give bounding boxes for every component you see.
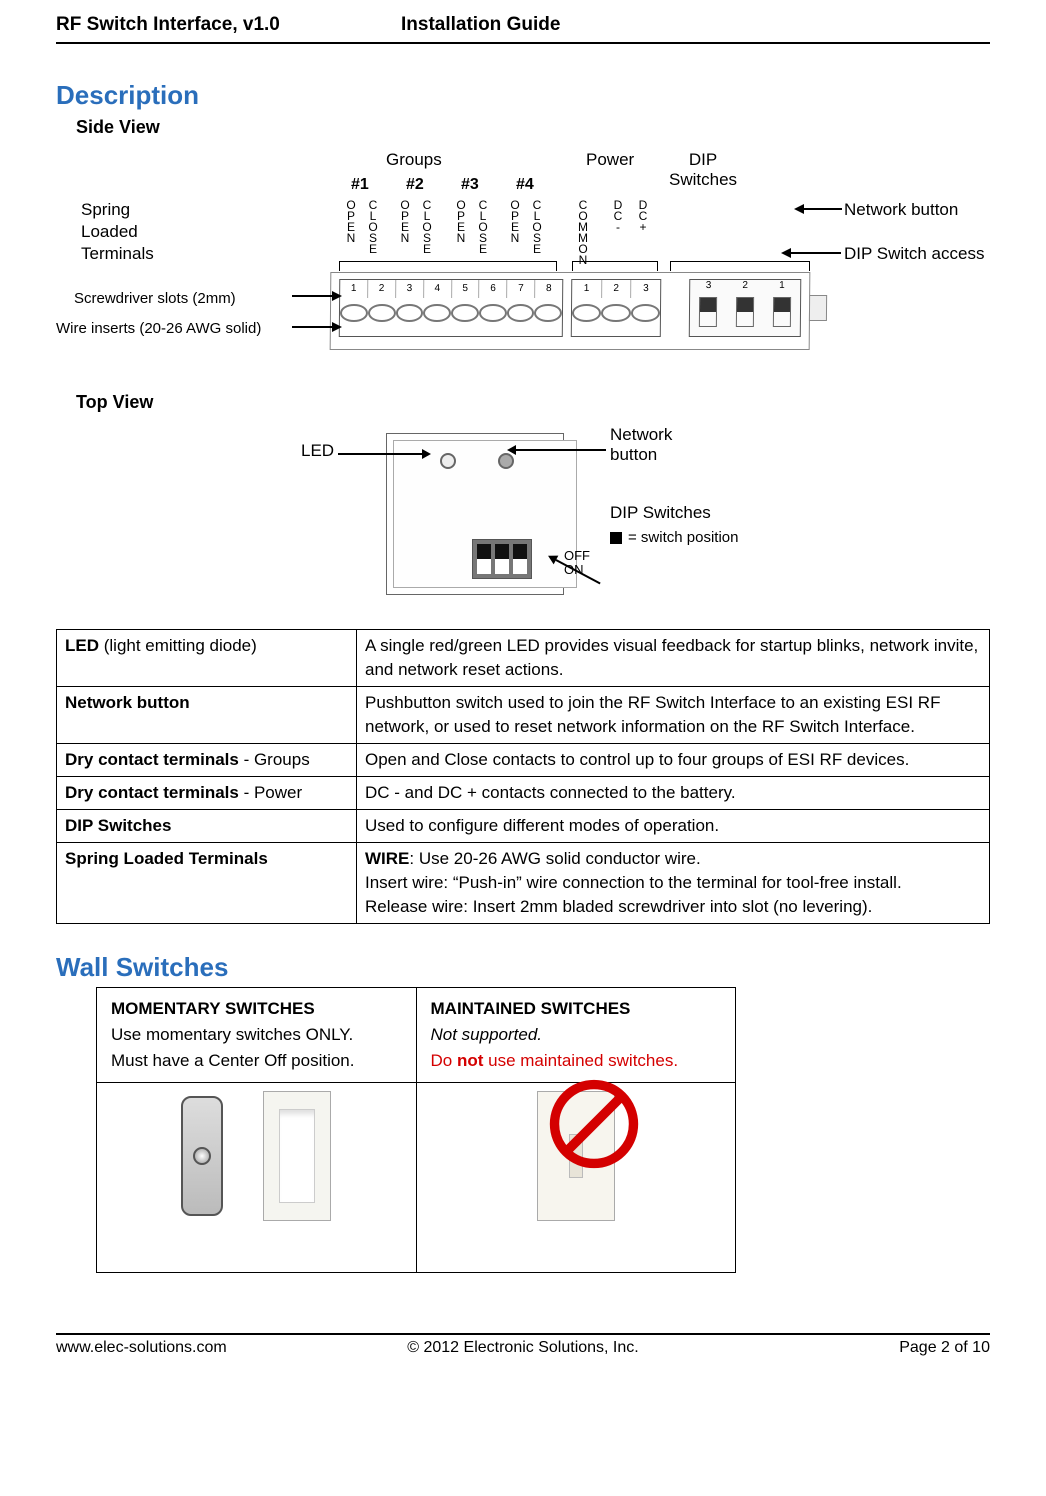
label-led: LED — [301, 441, 334, 461]
label-spring-loaded: Spring Loaded Terminals — [81, 199, 154, 265]
table-row: Dry contact terminals - PowerDC - and DC… — [57, 777, 990, 810]
momentary-images — [97, 1083, 417, 1273]
device-enclosure: 12345678 123 321 — [330, 272, 811, 350]
square-icon — [610, 532, 622, 544]
network-button-icon — [498, 453, 514, 469]
header-title: Installation Guide — [401, 14, 560, 36]
section-wall-switches: Wall Switches — [56, 952, 990, 983]
arrow-icon — [516, 449, 606, 451]
diagram-top-view: LED Network button DIP Switches = switch… — [56, 419, 990, 619]
footer-page: Page 2 of 10 — [679, 1339, 990, 1357]
arrow-icon — [292, 295, 332, 297]
momentary-line2: Must have a Center Off position. — [111, 1048, 402, 1074]
dip-switch-block: 321 — [689, 279, 802, 337]
bracket-power — [572, 261, 658, 271]
table-row: Spring Loaded TerminalsWIRE: Use 20-26 A… — [57, 843, 990, 924]
table-row: Dry contact terminals - GroupsOpen and C… — [57, 744, 990, 777]
label-power: Power — [586, 150, 634, 170]
maintained-warning: Do not use maintained switches. — [431, 1048, 722, 1074]
heading-side-view: Side View — [76, 117, 990, 138]
label-dip-access: DIP Switch access — [844, 244, 984, 264]
table-row: Network buttonPushbutton switch used to … — [57, 687, 990, 744]
doorbell-switch-icon — [181, 1096, 223, 1216]
momentary-cell: MOMENTARY SWITCHES Use momentary switche… — [97, 988, 417, 1083]
bracket-groups — [339, 261, 557, 271]
wall-switches-table: MOMENTARY SWITCHES Use momentary switche… — [96, 987, 736, 1273]
group-num-3: #3 — [461, 176, 479, 194]
label-network-button: Network button — [844, 200, 958, 220]
network-button-side — [809, 295, 827, 321]
led-icon — [440, 453, 456, 469]
label-dip-switches: DIP Switches — [669, 150, 737, 190]
group-num-4: #4 — [516, 176, 534, 194]
maintained-heading: MAINTAINED SWITCHES — [431, 999, 631, 1018]
label-switch-position: = switch position — [610, 529, 738, 546]
maintained-cell: MAINTAINED SWITCHES Not supported. Do no… — [416, 988, 736, 1083]
label-wire-inserts: Wire inserts (20-26 AWG solid) — [56, 320, 261, 337]
heading-top-view: Top View — [76, 392, 990, 413]
label-network-button-top: Network button — [610, 425, 672, 465]
arrow-icon — [804, 208, 842, 210]
group-num-1: #1 — [351, 176, 369, 194]
label-groups: Groups — [386, 150, 442, 170]
dip-switch-icon — [472, 539, 532, 579]
maintained-images — [416, 1083, 736, 1273]
table-row: DIP SwitchesUsed to configure different … — [57, 810, 990, 843]
momentary-heading: MOMENTARY SWITCHES — [111, 999, 315, 1018]
footer-url: www.elec-solutions.com — [56, 1339, 367, 1357]
group-num-2: #2 — [406, 176, 424, 194]
footer-copyright: © 2012 Electronic Solutions, Inc. — [367, 1339, 678, 1357]
prohibited-icon — [547, 1077, 641, 1171]
label-dip-switches-top: DIP Switches — [610, 503, 711, 523]
description-table: LED (light emitting diode)A single red/g… — [56, 629, 990, 924]
page-footer: www.elec-solutions.com © 2012 Electronic… — [56, 1333, 990, 1357]
maintained-line1: Not supported. — [431, 1025, 543, 1044]
momentary-line1: Use momentary switches ONLY. — [111, 1022, 402, 1048]
diagram-side-view: Groups Power DIP Switches #1 #2 #3 #4 OP… — [56, 144, 990, 374]
arrow-icon — [292, 326, 332, 328]
rocker-switch-icon — [263, 1091, 331, 1221]
section-description: Description — [56, 80, 990, 111]
label-screwdriver-slots: Screwdriver slots (2mm) — [74, 290, 236, 307]
table-row: LED (light emitting diode)A single red/g… — [57, 630, 990, 687]
arrow-icon — [791, 252, 841, 254]
terminal-block-groups: 12345678 — [339, 279, 564, 337]
device-top-outline — [386, 433, 564, 595]
arrow-icon — [338, 453, 422, 455]
document-header: RF Switch Interface, v1.0 Installation G… — [56, 14, 990, 44]
terminal-block-power: 123 — [571, 279, 662, 337]
bracket-dip — [670, 261, 810, 271]
header-product: RF Switch Interface, v1.0 — [56, 14, 401, 36]
